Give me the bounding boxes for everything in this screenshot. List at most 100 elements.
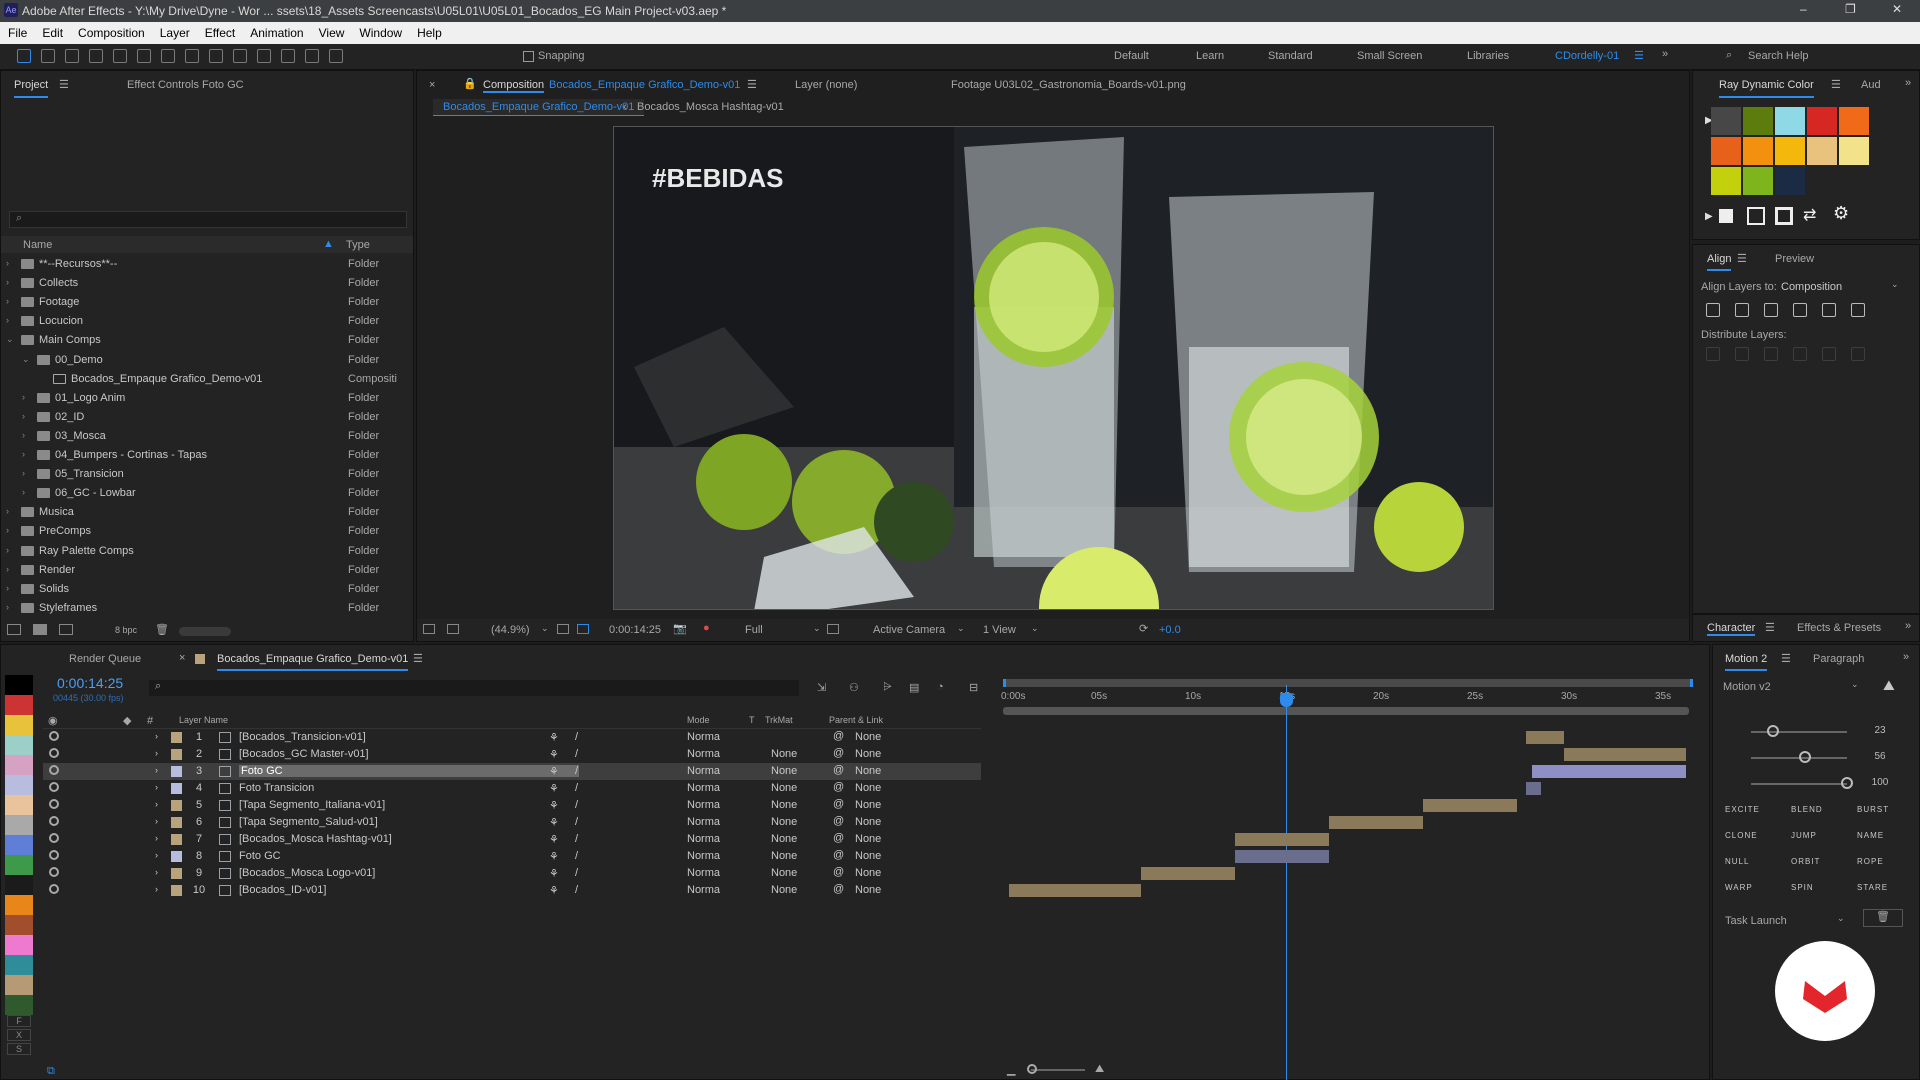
new-folder-icon[interactable] — [33, 624, 47, 635]
tab-character[interactable]: Character — [1707, 622, 1756, 636]
layer-name[interactable]: [Bocados_Mosca Hashtag-v01] — [239, 833, 392, 845]
align-left-icon[interactable] — [1706, 303, 1720, 317]
tab-layer[interactable]: Layer (none) — [795, 79, 857, 91]
color-icon[interactable]: ● — [703, 622, 710, 634]
menu-layer[interactable]: Layer — [160, 22, 190, 44]
project-item[interactable]: › PreComps Folder — [1, 522, 413, 541]
blend-mode-dropdown[interactable]: Norma — [687, 850, 720, 862]
track-matte-dropdown[interactable]: None — [771, 850, 797, 862]
layer-row[interactable]: › 10 [Bocados_ID-v01] ⚘ / Norma None @ None — [43, 882, 981, 899]
blend-mode-dropdown[interactable]: Norma — [687, 867, 720, 879]
color-swatch[interactable] — [1839, 107, 1869, 135]
motion-slider-value[interactable]: 100 — [1865, 777, 1895, 788]
color-swatch[interactable] — [1711, 137, 1741, 165]
motion-blur-icon[interactable]: ◔ — [937, 681, 944, 693]
region-icon[interactable] — [447, 624, 459, 634]
expand-arrow-icon[interactable]: › — [6, 296, 9, 306]
brush-tool-icon[interactable] — [233, 49, 247, 63]
distribute-left-icon[interactable] — [1793, 347, 1807, 361]
parent-dropdown[interactable]: None — [855, 765, 881, 777]
shy-switch-icon[interactable]: ⚘ — [549, 833, 559, 846]
quality-switch-icon[interactable]: / — [575, 799, 578, 811]
visibility-eye-icon[interactable] — [49, 833, 59, 843]
layer-duration-bar[interactable] — [1526, 731, 1564, 744]
layer-duration-bar[interactable] — [1234, 833, 1329, 846]
close-icon[interactable]: ✕ — [1892, 2, 1902, 16]
align-top-icon[interactable] — [1793, 303, 1807, 317]
expand-arrow-icon[interactable]: › — [6, 545, 9, 555]
mask-icon[interactable] — [577, 624, 589, 634]
pan-behind-tool-icon[interactable] — [137, 49, 151, 63]
project-item[interactable]: › Collects Folder — [1, 274, 413, 293]
expand-arrow-icon[interactable]: › — [22, 487, 25, 497]
expand-arrow-icon[interactable]: › — [6, 258, 9, 268]
motion-excite-button[interactable]: EXCITE — [1725, 805, 1760, 814]
expand-arrow-icon[interactable]: ⌄ — [6, 334, 14, 345]
visibility-eye-icon[interactable] — [49, 867, 59, 877]
zoom-handle[interactable] — [1027, 1064, 1037, 1074]
panel-menu-icon[interactable]: ☰ — [1765, 621, 1775, 634]
motion-slider-value[interactable]: 56 — [1865, 751, 1895, 762]
pickwhip-icon[interactable]: @ — [833, 866, 844, 878]
layer-name[interactable]: [Tapa Segmento_Italiana-v01] — [239, 799, 385, 811]
layer-name[interactable]: [Tapa Segmento_Salud-v01] — [239, 816, 378, 828]
workspace-menu-icon[interactable]: ☰ — [1634, 49, 1644, 62]
expand-arrow-icon[interactable]: › — [6, 564, 9, 574]
interpret-footage-icon[interactable] — [7, 624, 21, 635]
visibility-eye-icon[interactable] — [49, 799, 59, 809]
track-matte-dropdown[interactable]: None — [771, 782, 797, 794]
menu-effect[interactable]: Effect — [205, 22, 235, 44]
breadcrumb-parent[interactable]: Bocados_Mosca Hashtag-v01 — [637, 101, 784, 113]
motion-clone-button[interactable]: CLONE — [1725, 831, 1758, 840]
expand-arrow-icon[interactable]: › — [6, 525, 9, 535]
column-type[interactable]: Type — [346, 239, 370, 251]
zoom-dropdown[interactable]: (44.9%) — [491, 624, 530, 636]
motion-slider-track[interactable] — [1751, 731, 1847, 733]
layer-name[interactable]: [Bocados_Mosca Logo-v01] — [239, 867, 375, 879]
color-swatch[interactable] — [1839, 137, 1869, 165]
workspace-libraries[interactable]: Libraries — [1467, 50, 1509, 62]
motion-null-button[interactable]: NULL — [1725, 857, 1749, 866]
layer-name[interactable]: [Bocados_Transicion-v01] — [239, 731, 366, 743]
project-search-input[interactable]: ⌕ — [9, 211, 407, 228]
project-item[interactable]: › Styleframes Folder — [1, 599, 413, 618]
project-item[interactable]: › Solids Folder — [1, 580, 413, 599]
workspace-default[interactable]: Default — [1114, 50, 1149, 62]
parent-dropdown[interactable]: None — [855, 833, 881, 845]
expand-arrow-icon[interactable]: › — [6, 583, 9, 593]
expand-arrow-icon[interactable]: › — [155, 884, 158, 894]
motion-slider-handle[interactable] — [1798, 751, 1811, 763]
blend-mode-dropdown[interactable]: Norma — [687, 765, 720, 777]
tab-motion-2[interactable]: Motion 2 — [1725, 653, 1768, 671]
project-item[interactable]: › 05_Transicion Folder — [1, 465, 413, 484]
color-swatch[interactable] — [1775, 167, 1805, 195]
shy-switch-icon[interactable]: ⚘ — [549, 765, 559, 778]
blend-mode-dropdown[interactable]: Norma — [687, 884, 720, 896]
shy-switch-icon[interactable]: ⚘ — [549, 884, 559, 897]
tab-project[interactable]: Project — [14, 79, 49, 98]
tab-preview[interactable]: Preview — [1775, 253, 1814, 265]
pickwhip-icon[interactable]: @ — [833, 730, 844, 742]
timeline-timecode[interactable]: 0:00:14:25 — [57, 675, 123, 691]
parent-dropdown[interactable]: None — [855, 850, 881, 862]
camera-tool-icon[interactable] — [113, 49, 127, 63]
expand-arrow-icon[interactable]: › — [22, 468, 25, 478]
tab-effect-controls[interactable]: Effect Controls Foto GC — [127, 79, 244, 91]
time-indicator[interactable] — [1286, 685, 1287, 1080]
blend-mode-dropdown[interactable]: Norma — [687, 799, 720, 811]
align-vcenter-icon[interactable] — [1822, 303, 1836, 317]
project-item[interactable]: ⌄ 00_Demo Folder — [1, 351, 413, 370]
menu-window[interactable]: Window — [359, 22, 402, 44]
motion-burst-button[interactable]: BURST — [1857, 805, 1889, 814]
square-icon[interactable] — [1775, 207, 1793, 225]
menu-animation[interactable]: Animation — [250, 22, 303, 44]
project-item[interactable]: › 01_Logo Anim Folder — [1, 389, 413, 408]
panel-overflow-icon[interactable]: » — [1905, 620, 1911, 632]
pickwhip-icon[interactable]: @ — [833, 815, 844, 827]
zoom-slider[interactable] — [1031, 1069, 1085, 1071]
layer-row[interactable]: › 9 [Bocados_Mosca Logo-v01] ⚘ / Norma None @ No… — [43, 865, 981, 882]
column-trkmat[interactable]: TrkMat — [765, 715, 793, 725]
pickwhip-icon[interactable]: @ — [833, 781, 844, 793]
project-item[interactable]: › 04_Bumpers - Cortinas - Tapas Folder — [1, 446, 413, 465]
maximize-icon[interactable]: ❐ — [1845, 2, 1856, 16]
